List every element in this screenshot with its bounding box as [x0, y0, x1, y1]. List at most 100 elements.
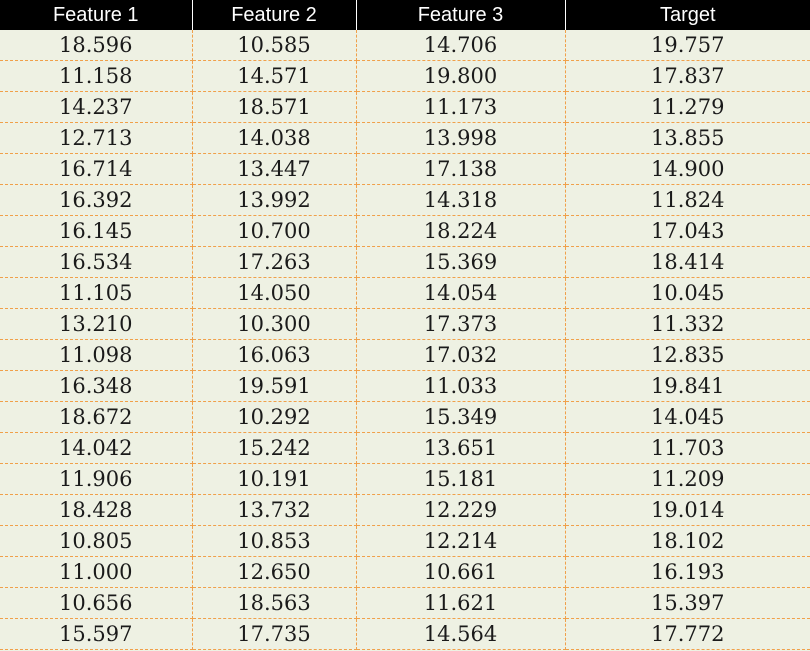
table-row: 18.672 10.292 15.349 14.045 [0, 401, 810, 433]
table-row: 14.237 18.571 11.173 11.279 [0, 91, 810, 123]
table-cell[interactable]: 14.564 [356, 618, 566, 650]
table-cell[interactable]: 13.651 [356, 432, 566, 464]
table-cell[interactable]: 15.397 [565, 587, 810, 619]
table-cell[interactable]: 11.033 [356, 370, 566, 402]
table-cell[interactable]: 18.224 [356, 215, 566, 247]
table-cell[interactable]: 12.650 [192, 556, 357, 588]
table-cell[interactable]: 15.242 [192, 432, 357, 464]
header-row: Feature 1 Feature 2 Feature 3 Target [0, 0, 810, 30]
table-row: 11.098 16.063 17.032 12.835 [0, 339, 810, 371]
table-cell[interactable]: 11.173 [356, 91, 566, 123]
table-cell[interactable]: 15.597 [0, 618, 193, 650]
table-cell[interactable]: 14.237 [0, 91, 193, 123]
table-cell[interactable]: 11.332 [565, 308, 810, 340]
table-cell[interactable]: 18.428 [0, 494, 193, 526]
column-header-3[interactable]: Feature 3 [356, 0, 566, 30]
table-cell[interactable]: 17.043 [565, 215, 810, 247]
table-cell[interactable]: 13.992 [192, 184, 357, 216]
table-cell[interactable]: 10.805 [0, 525, 193, 557]
column-header-1[interactable]: Feature 1 [0, 0, 193, 30]
table-cell[interactable]: 13.447 [192, 153, 357, 185]
table-cell[interactable]: 14.706 [356, 30, 566, 61]
table-cell[interactable]: 16.392 [0, 184, 193, 216]
table-cell[interactable]: 19.757 [565, 30, 810, 61]
table-row: 10.805 10.853 12.214 18.102 [0, 525, 810, 557]
table-cell[interactable]: 19.591 [192, 370, 357, 402]
column-header-2[interactable]: Feature 2 [192, 0, 357, 30]
table-row: 12.713 14.038 13.998 13.855 [0, 122, 810, 154]
table-cell[interactable]: 17.735 [192, 618, 357, 650]
table-cell[interactable]: 17.837 [565, 60, 810, 92]
table-cell[interactable]: 11.621 [356, 587, 566, 619]
table-row: 16.145 10.700 18.224 17.043 [0, 215, 810, 247]
table-cell[interactable]: 16.193 [565, 556, 810, 588]
table-cell[interactable]: 11.209 [565, 463, 810, 495]
table-cell[interactable]: 19.014 [565, 494, 810, 526]
table-cell[interactable]: 10.292 [192, 401, 357, 433]
table-cell[interactable]: 19.841 [565, 370, 810, 402]
table-cell[interactable]: 11.703 [565, 432, 810, 464]
table-row: 18.596 10.585 14.706 19.757 [0, 30, 810, 61]
table-row: 11.158 14.571 19.800 17.837 [0, 60, 810, 92]
table-cell[interactable]: 19.800 [356, 60, 566, 92]
table-cell[interactable]: 11.906 [0, 463, 193, 495]
table-cell[interactable]: 16.714 [0, 153, 193, 185]
table-cell[interactable]: 17.263 [192, 246, 357, 278]
table-cell[interactable]: 16.063 [192, 339, 357, 371]
table-cell[interactable]: 18.672 [0, 401, 193, 433]
table-row: 15.597 17.735 14.564 17.772 [0, 618, 810, 650]
table-row: 16.534 17.263 15.369 18.414 [0, 246, 810, 278]
table-cell[interactable]: 17.032 [356, 339, 566, 371]
table-cell[interactable]: 12.214 [356, 525, 566, 557]
table-row: 16.348 19.591 11.033 19.841 [0, 370, 810, 402]
data-table: Feature 1 Feature 2 Feature 3 Target 18.596… [0, 0, 810, 650]
table-cell[interactable]: 11.279 [565, 91, 810, 123]
table-cell[interactable]: 15.349 [356, 401, 566, 433]
table-cell[interactable]: 12.713 [0, 122, 193, 154]
table-cell[interactable]: 14.038 [192, 122, 357, 154]
table-cell[interactable]: 17.373 [356, 308, 566, 340]
table-cell[interactable]: 16.534 [0, 246, 193, 278]
table-cell[interactable]: 18.596 [0, 30, 193, 61]
table-cell[interactable]: 15.369 [356, 246, 566, 278]
table-cell[interactable]: 13.998 [356, 122, 566, 154]
table-cell[interactable]: 10.300 [192, 308, 357, 340]
table-cell[interactable]: 14.050 [192, 277, 357, 309]
table-cell[interactable]: 12.835 [565, 339, 810, 371]
table-cell[interactable]: 18.571 [192, 91, 357, 123]
table-cell[interactable]: 10.585 [192, 30, 357, 61]
table-row: 13.210 10.300 17.373 11.332 [0, 308, 810, 340]
table-cell[interactable]: 16.145 [0, 215, 193, 247]
table-cell[interactable]: 15.181 [356, 463, 566, 495]
table-cell[interactable]: 10.656 [0, 587, 193, 619]
table-cell[interactable]: 11.000 [0, 556, 193, 588]
table-cell[interactable]: 14.045 [565, 401, 810, 433]
table-cell[interactable]: 13.732 [192, 494, 357, 526]
table-cell[interactable]: 13.210 [0, 308, 193, 340]
table-body: 18.596 10.585 14.706 19.757 11.158 14.571 19.8… [0, 30, 810, 650]
table-cell[interactable]: 10.853 [192, 525, 357, 557]
table-cell[interactable]: 11.824 [565, 184, 810, 216]
table-cell[interactable]: 11.098 [0, 339, 193, 371]
table-cell[interactable]: 10.191 [192, 463, 357, 495]
table-cell[interactable]: 14.042 [0, 432, 193, 464]
table-cell[interactable]: 16.348 [0, 370, 193, 402]
table-cell[interactable]: 17.138 [356, 153, 566, 185]
table-cell[interactable]: 14.318 [356, 184, 566, 216]
table-cell[interactable]: 10.045 [565, 277, 810, 309]
table-cell[interactable]: 12.229 [356, 494, 566, 526]
table-cell[interactable]: 17.772 [565, 618, 810, 650]
table-cell[interactable]: 14.900 [565, 153, 810, 185]
table-cell[interactable]: 18.563 [192, 587, 357, 619]
table-cell[interactable]: 11.158 [0, 60, 193, 92]
table-cell[interactable]: 18.414 [565, 246, 810, 278]
table-cell[interactable]: 18.102 [565, 525, 810, 557]
column-header-4[interactable]: Target [565, 0, 810, 30]
table-cell[interactable]: 10.700 [192, 215, 357, 247]
table-cell[interactable]: 14.054 [356, 277, 566, 309]
table-cell[interactable]: 14.571 [192, 60, 357, 92]
table-cell[interactable]: 10.661 [356, 556, 566, 588]
data-table-sheet: Feature 1 Feature 2 Feature 3 Target 18.596… [0, 0, 810, 651]
table-cell[interactable]: 13.855 [565, 122, 810, 154]
table-cell[interactable]: 11.105 [0, 277, 193, 309]
